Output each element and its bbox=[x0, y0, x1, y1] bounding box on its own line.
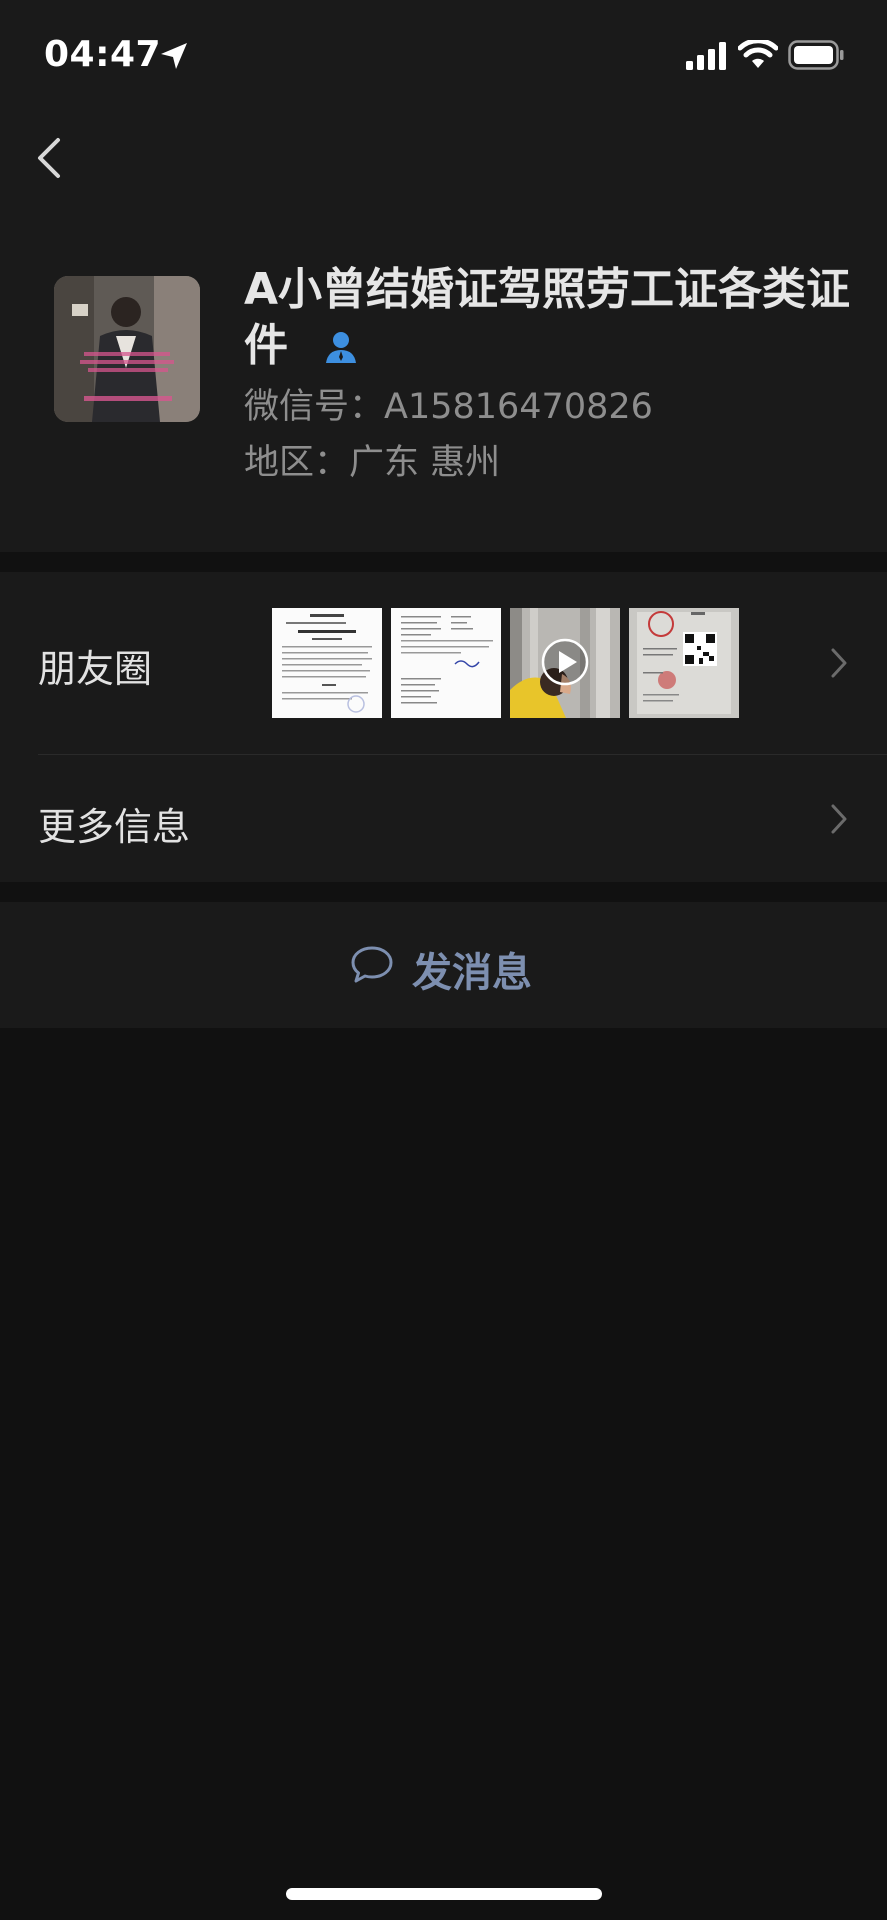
moments-thumbnail-3-video bbox=[510, 608, 620, 718]
region: 地区：广东 惠州 bbox=[244, 443, 501, 483]
moments-row[interactable]: 朋友圈 bbox=[0, 572, 887, 755]
avatar-image bbox=[54, 276, 200, 422]
cellular-signal-icon bbox=[686, 42, 726, 70]
info-rows: 朋友圈 更多信息 bbox=[0, 572, 887, 882]
contact-name: A小曾结婚证驾照劳工证各类证件 bbox=[244, 262, 864, 374]
location-arrow-icon bbox=[161, 43, 187, 69]
send-message-button[interactable]: 发消息 bbox=[0, 902, 887, 1028]
profile-screen: 04:47 A小曾结婚证驾照劳工证各类证件 微信号：A15816470826 地… bbox=[0, 0, 887, 1920]
more-info-chevron-icon bbox=[831, 804, 847, 834]
moments-thumbnail-2 bbox=[391, 608, 501, 718]
wifi-icon bbox=[738, 40, 778, 68]
user-icon bbox=[326, 332, 356, 363]
moments-chevron-icon bbox=[831, 648, 847, 678]
home-indicator bbox=[286, 1888, 602, 1900]
moments-label: 朋友圈 bbox=[38, 647, 153, 691]
moments-thumbnail-1 bbox=[272, 608, 382, 718]
moments-thumbnail-4 bbox=[629, 608, 739, 718]
profile-header: A小曾结婚证驾照劳工证各类证件 微信号：A15816470826 地区：广东 惠… bbox=[0, 100, 887, 552]
row-divider bbox=[38, 754, 887, 755]
send-message-label: 发消息 bbox=[412, 950, 532, 996]
more-info-label: 更多信息 bbox=[38, 805, 191, 849]
status-bar: 04:47 bbox=[0, 0, 887, 100]
avatar[interactable] bbox=[54, 276, 200, 422]
chat-bubble-icon bbox=[351, 946, 393, 983]
battery-icon bbox=[788, 40, 844, 70]
status-time: 04:47 bbox=[44, 34, 162, 75]
back-button[interactable] bbox=[30, 130, 70, 186]
wechat-id: 微信号：A15816470826 bbox=[244, 387, 653, 427]
more-info-row[interactable]: 更多信息 bbox=[0, 756, 887, 882]
